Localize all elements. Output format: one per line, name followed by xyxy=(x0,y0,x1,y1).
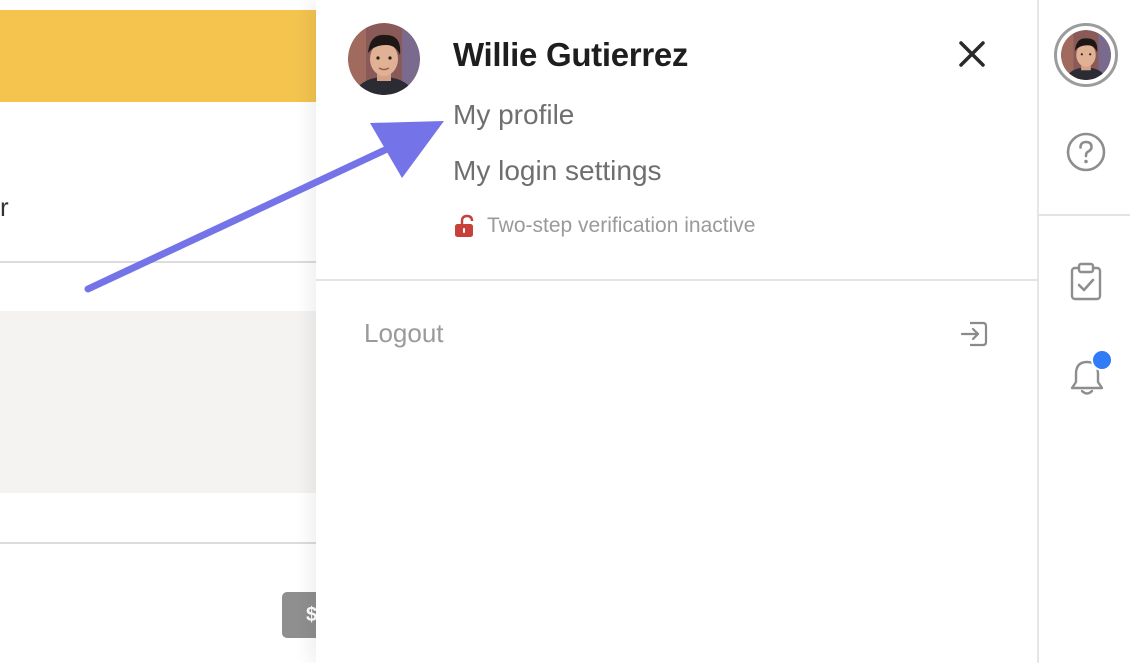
user-menu-panel: Willie Gutierrez My profile My login set… xyxy=(316,0,1037,663)
background-page: r $ xyxy=(0,0,342,663)
lock-open-icon xyxy=(455,214,474,237)
user-avatar xyxy=(1061,30,1111,80)
login-settings-link[interactable]: My login settings xyxy=(453,155,662,187)
logout-icon xyxy=(960,321,988,347)
background-banner xyxy=(0,10,330,102)
two-step-verification-status[interactable]: Two-step verification inactive xyxy=(453,214,755,238)
toolbar-divider xyxy=(1039,214,1130,216)
background-divider xyxy=(0,542,330,544)
background-content-block xyxy=(0,311,330,493)
logout-button[interactable]: Logout xyxy=(364,316,990,352)
notifications-button[interactable] xyxy=(1065,349,1117,399)
user-name: Willie Gutierrez xyxy=(453,36,689,73)
user-avatar xyxy=(348,23,420,95)
help-icon[interactable] xyxy=(1065,131,1107,173)
menu-divider xyxy=(316,279,1037,281)
background-divider xyxy=(0,261,330,263)
two-step-status-text: Two-step verification inactive xyxy=(487,214,756,237)
screen: r $ Willie Gutierrez My profile My login… xyxy=(0,0,1130,663)
close-icon[interactable] xyxy=(952,34,992,74)
right-toolbar xyxy=(1037,0,1130,663)
my-profile-link[interactable]: My profile xyxy=(453,99,574,131)
logout-label: Logout xyxy=(364,318,444,348)
toolbar-user-avatar[interactable] xyxy=(1054,23,1118,87)
background-label-fragment: r xyxy=(0,192,9,222)
notification-badge xyxy=(1091,349,1113,371)
clipboard-check-icon[interactable] xyxy=(1067,262,1105,302)
